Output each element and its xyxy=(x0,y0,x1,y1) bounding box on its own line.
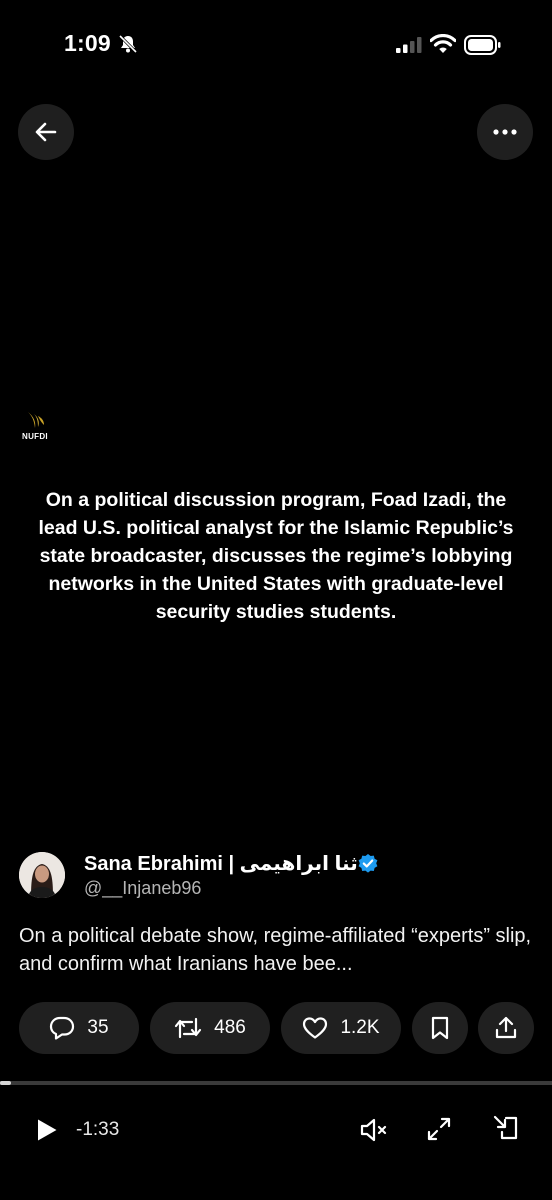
battery-icon xyxy=(464,35,501,55)
video-progress-bar[interactable] xyxy=(0,1081,552,1085)
bookmark-icon xyxy=(431,1016,449,1040)
status-time: 1:09 xyxy=(64,30,111,56)
reply-count: 35 xyxy=(87,1017,109,1038)
more-options-button[interactable] xyxy=(477,104,533,160)
like-button[interactable]: 1.2K xyxy=(281,1002,401,1054)
share-icon xyxy=(495,1016,517,1039)
heart-icon xyxy=(303,1017,328,1039)
muted-speaker-icon[interactable] xyxy=(359,1116,389,1144)
bookmark-button[interactable] xyxy=(412,1002,468,1054)
more-horizontal-icon xyxy=(493,129,517,135)
author-name[interactable]: Sana Ebrahimi | ثنا ابراهیمی xyxy=(84,851,358,876)
back-button[interactable] xyxy=(18,104,74,160)
remaining-time: -1:33 xyxy=(76,1119,120,1140)
arrow-left-icon xyxy=(35,122,57,142)
cellular-signal-icon xyxy=(396,37,422,53)
author-handle[interactable]: @__Injaneb96 xyxy=(84,878,201,899)
reply-button[interactable]: 35 xyxy=(19,1002,139,1054)
bell-slash-icon xyxy=(118,35,138,53)
logo-text: NUFDI xyxy=(22,432,48,441)
video-caption: On a political discussion program, Foad … xyxy=(38,489,514,623)
share-button[interactable] xyxy=(478,1002,534,1054)
post-text[interactable]: On a political debate show, regime-affil… xyxy=(19,922,534,978)
like-count: 1.2K xyxy=(340,1017,380,1038)
nufdi-logo: NUFDI xyxy=(22,410,62,444)
expand-icon[interactable] xyxy=(426,1116,452,1142)
reply-icon xyxy=(50,1016,75,1040)
wifi-icon xyxy=(430,34,456,53)
play-icon[interactable] xyxy=(36,1118,58,1142)
repost-count: 486 xyxy=(214,1017,246,1038)
avatar[interactable] xyxy=(19,852,65,898)
repost-button[interactable]: 486 xyxy=(150,1002,270,1054)
verified-badge-icon xyxy=(358,854,378,873)
repost-icon xyxy=(175,1017,202,1039)
video-progress-fill xyxy=(0,1081,12,1085)
exit-fullscreen-icon[interactable] xyxy=(492,1114,520,1142)
